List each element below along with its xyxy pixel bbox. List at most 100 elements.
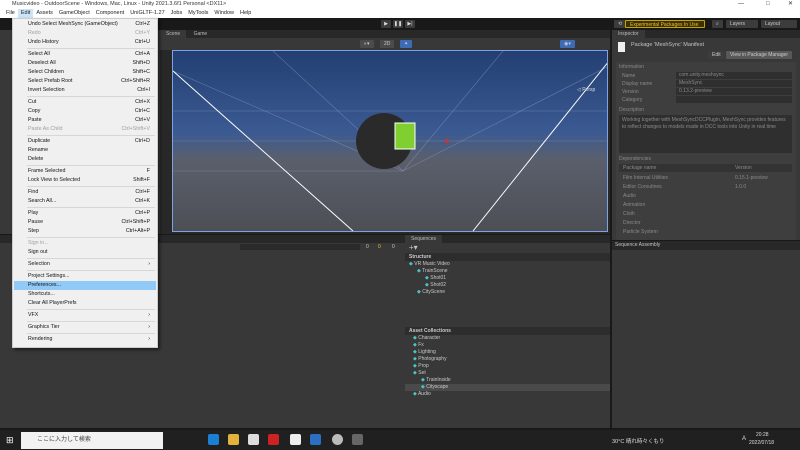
menu-item-paste[interactable]: Paste Ctrl+V [14,116,156,125]
tree-item[interactable]: ◆ Shot02 [405,282,610,289]
persp-label[interactable]: ◁ Persp [577,87,595,93]
notepad-icon[interactable] [290,434,301,445]
tree-item[interactable]: ◆ TrainScene [405,268,610,275]
menu-component[interactable]: Component [93,9,127,18]
add-sequence-button[interactable]: +▾ [405,243,610,253]
window-title: Musicvideo - OutdoorScene - Windows, Mac… [12,1,227,7]
mail-icon[interactable] [310,434,321,445]
2d-toggle[interactable]: 2D [380,40,395,48]
menu-window[interactable]: Window [211,9,237,18]
menu-item-clear-all-playerprefs[interactable]: Clear All PlayerPrefs [14,299,156,308]
menu-item-rendering[interactable]: Rendering › [14,335,156,344]
file-explorer-icon[interactable] [228,434,239,445]
info-count[interactable]: 0 [366,244,369,250]
menu-mytools[interactable]: MyTools [185,9,211,18]
tree-item[interactable]: ◆ Lighting [405,349,610,356]
menu-item-deselect-all[interactable]: Deselect All Shift+D [14,59,156,68]
menu-item-step[interactable]: Step Ctrl+Alt+P [14,227,156,236]
menu-item-pause[interactable]: Pause Ctrl+Shift+P [14,218,156,227]
tab-sequences[interactable]: Sequences [405,235,443,243]
maximize-button[interactable]: □ [766,0,770,9]
menu-item-selection[interactable]: Selection › [14,260,156,269]
menu-item-undo-select-meshsync-gameobject[interactable]: Undo Select MeshSync (GameObject) Ctrl+Z [14,20,156,29]
menu-item-delete[interactable]: Delete [14,155,156,164]
menu-jobs[interactable]: Jobs [168,9,186,18]
menu-item-sign-out[interactable]: Sign out [14,248,156,257]
tree-item[interactable]: ◆ Shot01 [405,275,610,282]
tree-item[interactable]: ◆ Fx [405,342,610,349]
menu-item-preferences[interactable]: Preferences... [14,281,156,290]
menu-item-find[interactable]: Find Ctrl+F [14,188,156,197]
error-count[interactable]: 0 [392,244,395,250]
menu-item-copy[interactable]: Copy Ctrl+C [14,107,156,116]
play-button[interactable]: ▶ [381,20,391,28]
layout-dropdown[interactable]: Layout [761,20,797,28]
scene-viewport[interactable]: ◁ Persp [172,50,608,232]
menu-item-frame-selected[interactable]: Frame Selected F [14,167,156,176]
tab-scene[interactable]: Scene [160,30,187,38]
tree-item[interactable]: ◆ CityScene [405,289,610,296]
tree-item[interactable]: ◆ Photography [405,356,610,363]
menu-item-paste-as-child[interactable]: Paste As Child Ctrl+Shift+V [14,125,156,134]
step-button[interactable]: ▶| [405,20,415,28]
menu-item-lock-view-to-selected[interactable]: Lock View to Selected Shift+F [14,176,156,185]
close-button[interactable]: ✕ [788,0,793,9]
clock-time[interactable]: 20:28 [756,432,769,438]
gizmos-icon[interactable]: ◉▾ [560,40,575,48]
unity-editor-icon[interactable] [352,434,363,445]
menu-item-cut[interactable]: Cut Ctrl+X [14,98,156,107]
draw-mode-dropdown[interactable]: ◐▾ [360,40,374,48]
menu-help[interactable]: Help [237,9,254,18]
menu-file[interactable]: File [3,9,18,18]
menu-unigltf-1-27[interactable]: UniGLTF-1.27 [127,9,167,18]
menu-item-select-prefab-root[interactable]: Select Prefab Root Ctrl+Shift+R [14,77,156,86]
tree-item[interactable]: ◆ TrainInside [405,377,610,384]
console-search-input[interactable] [240,244,360,250]
menu-item-undo-history[interactable]: Undo History Ctrl+U [14,38,156,47]
menu-edit[interactable]: Edit [17,9,34,18]
tab-game[interactable]: Game [187,30,214,38]
menu-item-rename[interactable]: Rename [14,146,156,155]
clock-date[interactable]: 2022/07/18 [749,440,774,446]
windows-start-icon[interactable]: ⊞ [6,435,14,446]
menu-item-sign-in[interactable]: Sign in... [14,239,156,248]
opera-icon[interactable] [268,434,279,445]
menu-item-select-children[interactable]: Select Children Shift+C [14,68,156,77]
lighting-toggle[interactable]: ✦ [400,40,413,48]
unity-hub-icon[interactable] [332,434,343,445]
menu-item-shortcut: Ctrl+K [135,198,150,204]
edge-icon[interactable] [208,434,219,445]
tab-inspector[interactable]: Inspector [612,30,645,38]
view-in-package-manager-button[interactable]: View in Package Manager [726,51,792,59]
tree-item[interactable]: ◆ Set [405,370,610,377]
experimental-packages-button[interactable]: Experimental Packages In Use ▾ [625,20,705,36]
edit-button[interactable]: Edit [708,51,725,59]
menu-gameobject[interactable]: GameObject [56,9,93,18]
tree-item[interactable]: ◆ Character [405,335,610,342]
menu-item-shortcuts[interactable]: Shortcuts... [14,290,156,299]
menu-item-graphics-tier[interactable]: Graphics Tier › [14,323,156,332]
warning-count[interactable]: 0 [378,244,381,250]
menu-item-play[interactable]: Play Ctrl+P [14,209,156,218]
ime-indicator[interactable]: A [742,436,746,442]
tree-item[interactable]: ◆ Audio [405,391,610,398]
layers-dropdown[interactable]: Layers [726,20,758,28]
menu-item-search-all[interactable]: Search All... Ctrl+K [14,197,156,206]
menu-item-invert-selection[interactable]: Invert Selection Ctrl+I [14,86,156,95]
minimize-button[interactable]: — [738,0,744,9]
search-icon[interactable]: ⌕ [712,20,723,28]
store-icon[interactable] [248,434,259,445]
menu-item-vfx[interactable]: VFX › [14,311,156,320]
menu-assets[interactable]: Assets [33,9,56,18]
menu-item-select-all[interactable]: Select All Ctrl+A [14,50,156,59]
sequence-assembly-tab[interactable]: Sequence Assembly [612,241,800,250]
tree-item[interactable]: ◆ VR Music Video [405,261,610,268]
tree-item[interactable]: ◆ Cityscape [405,384,610,391]
menu-item-redo[interactable]: Redo Ctrl+Y [14,29,156,38]
weather-text[interactable]: 30°C 晴れ時々くもり [612,437,664,445]
taskbar-search-input[interactable]: ここに入力して検索 [21,432,163,449]
tree-item[interactable]: ◆ Prop [405,363,610,370]
menu-item-duplicate[interactable]: Duplicate Ctrl+D [14,137,156,146]
pause-button[interactable]: ❚❚ [393,20,403,28]
menu-item-project-settings[interactable]: Project Settings... [14,272,156,281]
